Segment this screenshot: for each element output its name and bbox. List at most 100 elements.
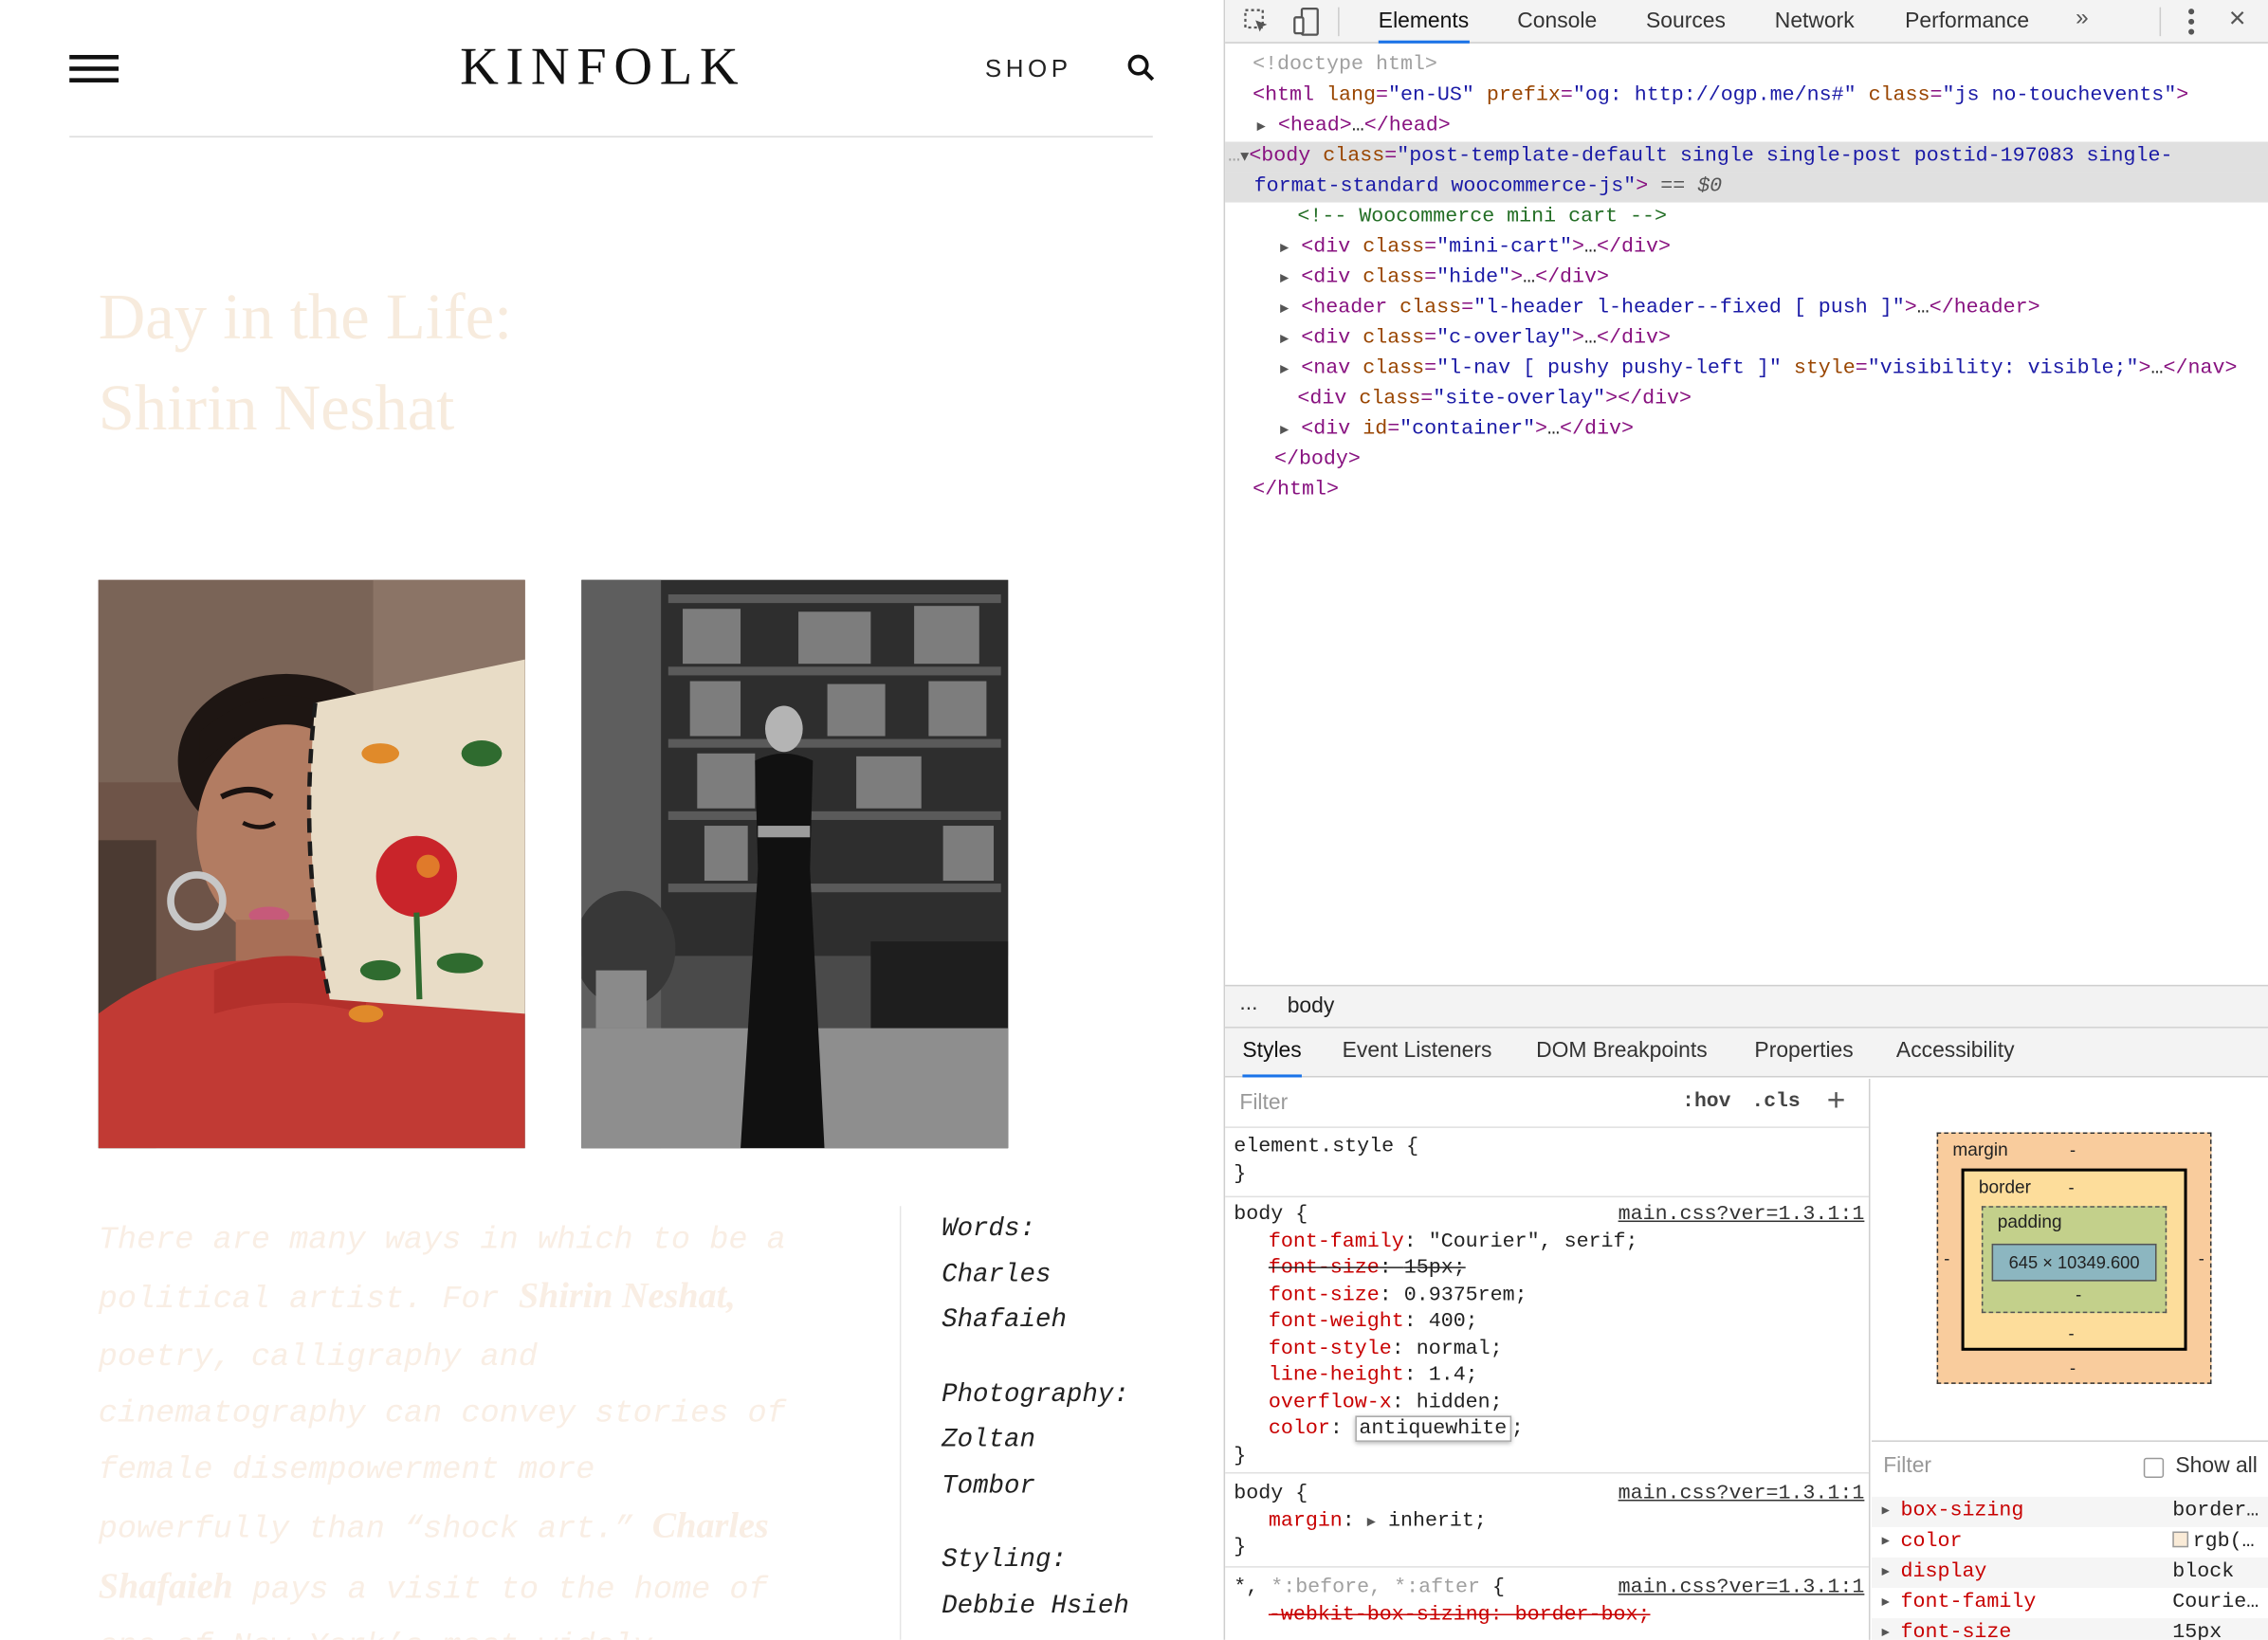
color-value-editor[interactable]: antiquewhite <box>1354 1415 1511 1442</box>
element-style-rule[interactable]: element.style { } <box>1225 1131 1869 1198</box>
dom-node-div[interactable]: ▶ <div class="hide">…</div> <box>1225 264 2268 294</box>
article-photo-library <box>581 579 1009 1149</box>
tab-dom-breakpoints[interactable]: DOM Breakpoints <box>1536 1029 1708 1078</box>
expand-triangle-icon[interactable]: ▶ <box>1280 424 1289 440</box>
expand-triangle-icon[interactable]: ▶ <box>1882 1588 1890 1618</box>
header-divider <box>69 136 1153 137</box>
dom-body-continued[interactable]: format-standard woocommerce-js"> == $0 <box>1225 172 2268 203</box>
universal-rule[interactable]: *, *:before, *:after {main.css?ver=1.3.1… <box>1225 1569 1869 1640</box>
tab-elements[interactable]: Elements <box>1378 0 1470 44</box>
dom-doctype[interactable]: <!doctype html> <box>1225 50 2268 81</box>
tab-network[interactable]: Network <box>1775 0 1855 44</box>
expand-triangle-icon[interactable]: ▶ <box>1882 1558 1890 1588</box>
tab-sources[interactable]: Sources <box>1646 0 1726 44</box>
computed-prop-box-sizing[interactable]: ▶ box-sizing border… <box>1871 1496 2268 1527</box>
style-prop-font-size[interactable]: font-size: 15px; <box>1225 1255 1869 1282</box>
more-tabs-icon[interactable]: » <box>2076 6 2089 31</box>
computed-prop-color[interactable]: ▶ color rgb(… <box>1872 1527 2268 1558</box>
intro-link[interactable]: Charles <box>652 1507 769 1546</box>
breadcrumb-more[interactable]: ... <box>1239 991 1257 1015</box>
style-prop-overflow-x[interactable]: overflow-x: hidden; <box>1225 1389 1869 1415</box>
expand-triangle-icon[interactable]: ▶ <box>1882 1497 1890 1527</box>
dom-comment[interactable]: <!-- Woocommerce mini cart --> <box>1225 203 2268 233</box>
tab-properties[interactable]: Properties <box>1754 1029 1853 1078</box>
inspect-element-icon[interactable] <box>1242 8 1271 37</box>
box-padding[interactable]: padding - 645 × 10349.600 <box>1981 1206 2167 1314</box>
collapse-triangle-icon[interactable]: ▼ <box>1240 151 1249 167</box>
tab-console[interactable]: Console <box>1517 0 1597 44</box>
style-prop-font-family[interactable]: font-family: "Courier", serif; <box>1225 1229 1869 1255</box>
device-toolbar-icon[interactable] <box>1291 8 1321 37</box>
dom-node-div[interactable]: <div class="site-overlay"></div> <box>1225 385 2268 415</box>
box-margin[interactable]: margin - - - - border - - padding - 645 … <box>1936 1132 2212 1384</box>
new-rule-icon[interactable]: + <box>1827 1082 1846 1120</box>
credit-name[interactable]: Charles <box>942 1253 1129 1299</box>
stylesheet-link[interactable]: main.css?ver=1.3.1:1 <box>1619 1481 1865 1507</box>
intro-line: cinematography can convey stories of <box>98 1394 786 1432</box>
dom-node-div[interactable]: ▶ <div class="c-overlay">…</div> <box>1225 324 2268 355</box>
style-prop-font-style[interactable]: font-style: normal; <box>1225 1336 1869 1362</box>
expand-triangle-icon[interactable]: ▶ <box>1257 120 1266 137</box>
dom-node-div[interactable]: ▶ <div id="container">…</div> <box>1225 415 2268 446</box>
box-content-size[interactable]: 645 × 10349.600 <box>1991 1243 2157 1282</box>
dom-html-open[interactable]: <html lang="en-US" prefix="og: http://og… <box>1225 81 2268 111</box>
expand-triangle-icon[interactable]: ▶ <box>1882 1527 1890 1558</box>
stylesheet-link[interactable]: main.css?ver=1.3.1:1 <box>1619 1202 1865 1229</box>
computed-prop-font-size[interactable]: ▶ font-size 15px <box>1871 1618 2268 1640</box>
expand-triangle-icon[interactable]: ▶ <box>1280 242 1289 258</box>
search-icon[interactable] <box>1126 53 1156 82</box>
devtools-menu-icon[interactable] <box>2188 9 2195 35</box>
expand-triangle-icon[interactable]: ▶ <box>1280 272 1289 288</box>
credit-name[interactable]: Tombor <box>942 1465 1129 1510</box>
style-prop-line-height[interactable]: line-height: 1.4; <box>1225 1362 1869 1389</box>
dom-head[interactable]: ▶ <head>…</head> <box>1225 111 2268 141</box>
intro-line: Shafaieh pays a visit to the home of <box>98 1567 768 1609</box>
devtools-panel: Elements Console Sources Network Perform… <box>1223 0 2268 1640</box>
credit-name[interactable]: Zoltan <box>942 1419 1129 1465</box>
expand-triangle-icon[interactable]: ▶ <box>1280 333 1289 349</box>
shop-link[interactable]: SHOP <box>985 55 1072 84</box>
color-swatch-icon[interactable] <box>2172 1531 2189 1548</box>
body-rule-margin[interactable]: body {main.css?ver=1.3.1:1 margin: ▶ inh… <box>1225 1475 1869 1568</box>
stylesheet-link[interactable]: main.css?ver=1.3.1:1 <box>1619 1575 1865 1601</box>
hov-toggle[interactable]: :hov <box>1682 1090 1730 1113</box>
article-credits: Words: Charles Shafaieh Photography: Zol… <box>942 1208 1129 1640</box>
style-prop-font-weight[interactable]: font-weight: 400; <box>1225 1309 1869 1336</box>
menu-hamburger-icon[interactable] <box>69 54 119 84</box>
intro-link[interactable]: Shafaieh <box>99 1567 233 1606</box>
body-rule-main[interactable]: body {main.css?ver=1.3.1:1 font-family: … <box>1225 1199 1869 1474</box>
computed-filter-input[interactable]: Filter <box>1883 1453 1931 1478</box>
dom-node-nav[interactable]: ▶ <nav class="l-nav [ pushy pushy-left ]… <box>1225 355 2268 385</box>
style-prop-margin[interactable]: margin: ▶ inherit; <box>1225 1507 1869 1534</box>
computed-prop-font-family[interactable]: ▶ font-family Courie… <box>1872 1588 2268 1618</box>
tab-event-listeners[interactable]: Event Listeners <box>1343 1029 1492 1078</box>
style-prop-font-size[interactable]: font-size: 0.9375rem; <box>1225 1282 1869 1308</box>
tab-performance[interactable]: Performance <box>1905 0 2029 44</box>
styles-filter-input[interactable]: Filter <box>1231 1084 1665 1122</box>
expand-triangle-icon[interactable]: ▶ <box>1280 363 1289 379</box>
box-border[interactable]: border - - padding - 645 × 10349.600 <box>1961 1168 2187 1351</box>
kinfolk-logo[interactable]: KINFOLK <box>460 36 745 99</box>
cls-toggle[interactable]: .cls <box>1751 1090 1800 1113</box>
dom-node-div[interactable]: ▶ <div class="mini-cart">…</div> <box>1225 233 2268 264</box>
dom-body-close[interactable]: </body> <box>1225 446 2268 476</box>
breadcrumb-body[interactable]: body <box>1288 993 1335 1018</box>
dom-body-selected[interactable]: …▼<body class="post-template-default sin… <box>1225 141 2268 173</box>
website-viewport: KINFOLK SHOP Day in the Life: Shirin Nes… <box>0 0 1224 1640</box>
close-devtools-icon[interactable]: × <box>2229 3 2246 36</box>
intro-link[interactable]: Shirin Neshat, <box>519 1277 736 1316</box>
style-prop-box-sizing[interactable]: -webkit-box-sizing: border-box; <box>1225 1601 1869 1628</box>
dom-node-header[interactable]: ▶ <header class="l-header l-header--fixe… <box>1225 294 2268 324</box>
tab-styles[interactable]: Styles <box>1242 1029 1302 1078</box>
show-all-checkbox[interactable] <box>2143 1457 2165 1479</box>
style-prop-color[interactable]: color: antiquewhite; <box>1225 1415 1869 1442</box>
expand-triangle-icon[interactable]: ▶ <box>1280 302 1289 319</box>
computed-prop-display[interactable]: ▶ display block <box>1871 1557 2268 1588</box>
box-model-diagram: margin - - - - border - - padding - 645 … <box>1872 1079 2268 1440</box>
credit-name[interactable]: Debbie Hsieh <box>942 1584 1129 1630</box>
tab-accessibility[interactable]: Accessibility <box>1896 1029 2015 1078</box>
dom-html-close[interactable]: </html> <box>1225 476 2268 506</box>
expand-triangle-icon[interactable]: ▶ <box>1882 1618 1890 1640</box>
credit-name[interactable]: Shafaieh <box>942 1299 1129 1344</box>
credit-words: Words: Charles Shafaieh <box>942 1208 1129 1344</box>
